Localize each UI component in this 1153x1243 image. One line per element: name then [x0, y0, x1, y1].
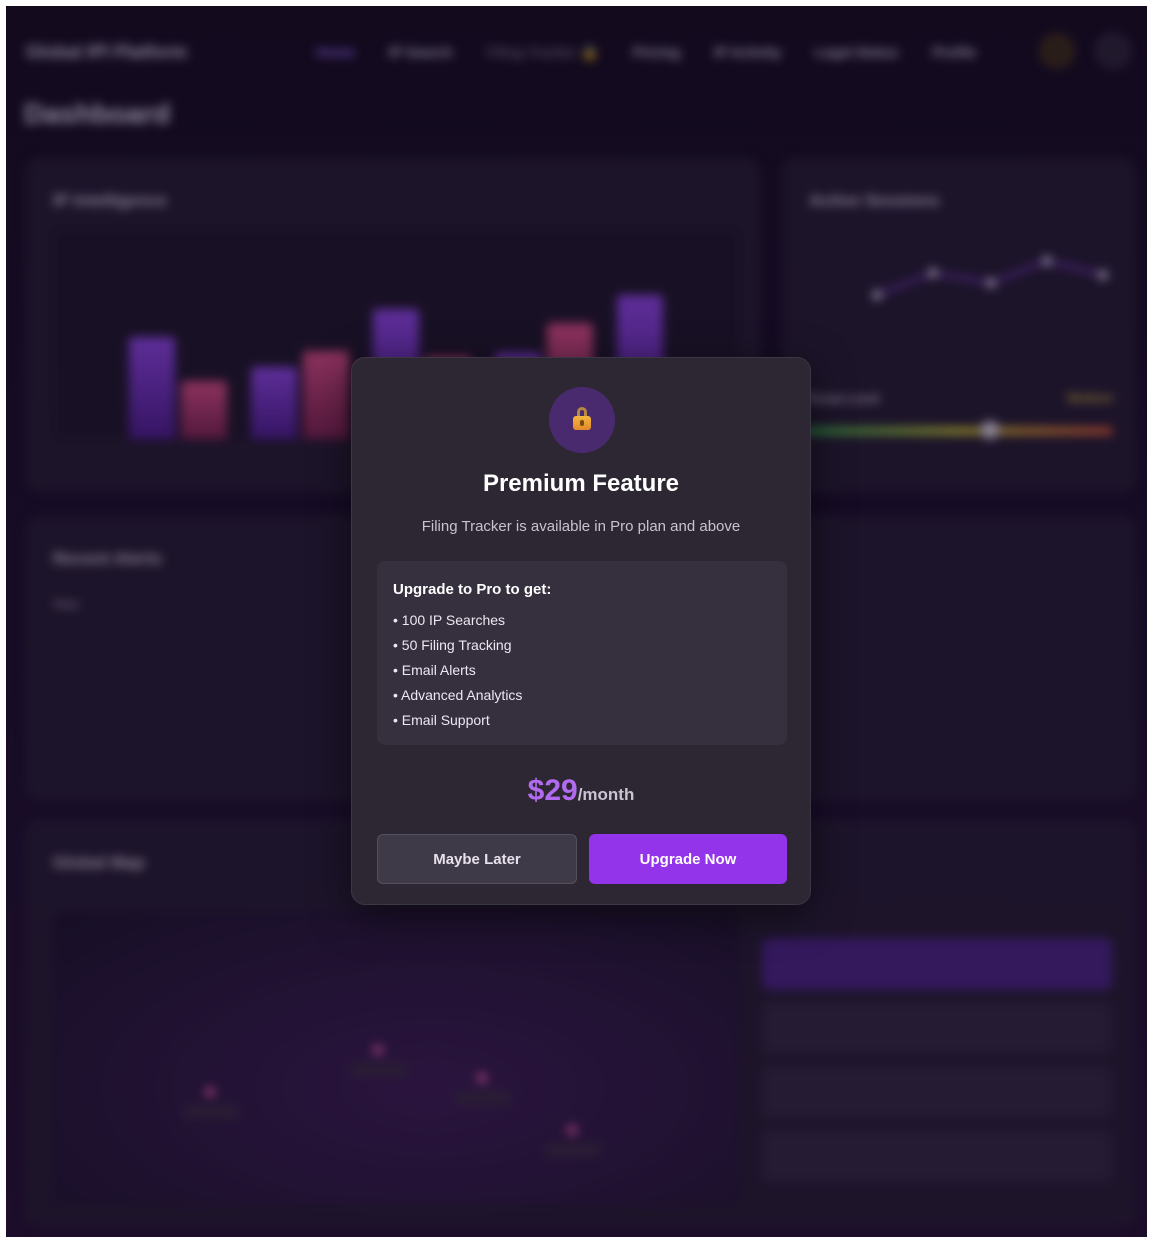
benefit-item: • Email Alerts [393, 662, 476, 678]
maybe-later-button[interactable]: Maybe Later [377, 834, 577, 884]
lock-icon [573, 407, 591, 431]
lock-badge [549, 387, 615, 453]
premium-feature-modal: Premium Feature Filing Tracker is availa… [351, 357, 811, 905]
price-display: $29/month [352, 774, 810, 808]
price-period: /month [577, 785, 635, 804]
benefit-item: • 50 Filing Tracking [393, 637, 512, 653]
benefits-title: Upgrade to Pro to get: [393, 581, 552, 598]
benefit-item: • 100 IP Searches [393, 612, 506, 628]
benefits-list: • 100 IP Searches • 50 Filing Tracking •… [393, 611, 522, 736]
benefit-item: • Advanced Analytics [393, 687, 523, 703]
price-amount: $29 [527, 774, 578, 807]
benefit-item: • Email Support [393, 712, 490, 728]
screen-frame: Global IPI Platform Home IP Search Filin… [6, 6, 1147, 1237]
upgrade-now-button[interactable]: Upgrade Now [589, 834, 787, 884]
modal-title: Premium Feature [482, 470, 680, 497]
pro-benefits-box: Upgrade to Pro to get: • 100 IP Searches… [377, 561, 787, 745]
modal-subtitle: Filing Tracker is available in Pro plan … [421, 518, 741, 535]
